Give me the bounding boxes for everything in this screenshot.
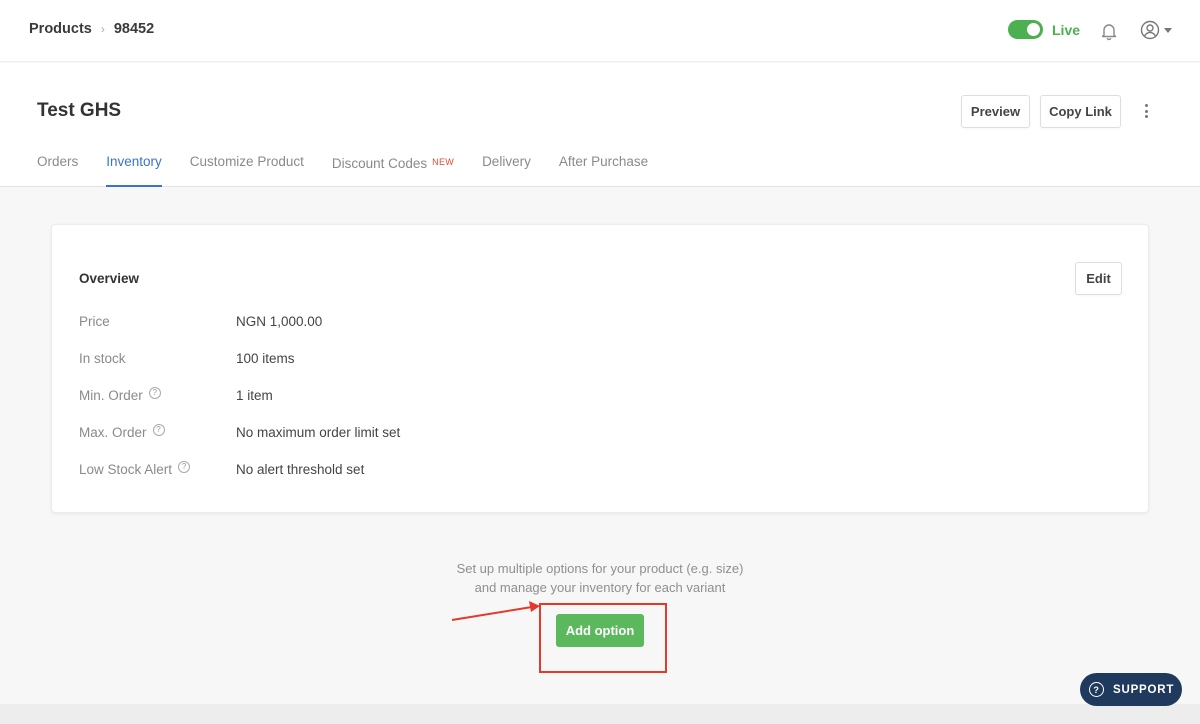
row-label: In stock <box>79 351 126 366</box>
copy-link-button[interactable]: Copy Link <box>1040 95 1121 128</box>
support-label: SUPPORT <box>1113 683 1175 696</box>
new-badge: NEW <box>432 157 455 167</box>
overview-row-max-order: Max. Order? No maximum order limit set <box>79 423 401 440</box>
row-label: Low Stock Alert <box>79 462 173 477</box>
live-status: Live <box>1008 20 1080 39</box>
breadcrumb: Products › 98452 <box>29 21 154 37</box>
row-label: Max. Order <box>79 425 147 440</box>
edit-button[interactable]: Edit <box>1075 262 1122 295</box>
top-bar: Products › 98452 Live <box>0 0 1200 62</box>
tab-orders[interactable]: Orders <box>37 153 78 187</box>
support-button[interactable]: ? SUPPORT <box>1080 673 1182 706</box>
footer-band <box>0 704 1200 724</box>
variants-help-text: Set up multiple options for your product… <box>0 559 1200 597</box>
row-label: Price <box>79 314 110 329</box>
preview-button[interactable]: Preview <box>961 95 1030 128</box>
breadcrumb-current: 98452 <box>113 21 155 37</box>
overview-title: Overview <box>79 271 140 286</box>
row-value: 1 item <box>236 388 273 403</box>
live-toggle[interactable] <box>1008 20 1043 39</box>
overview-row-price: Price NGN 1,000.00 <box>79 314 322 329</box>
variants-help-line-1: Set up multiple options for your product… <box>456 561 744 576</box>
breadcrumb-separator: › <box>100 22 105 36</box>
question-circle-icon[interactable]: ? <box>152 423 165 436</box>
overview-row-low-stock-alert: Low Stock Alert? No alert threshold set <box>79 460 365 477</box>
tab-inventory[interactable]: Inventory <box>106 153 162 187</box>
kebab-icon[interactable] <box>1138 101 1154 121</box>
annotation-arrow-icon <box>451 601 540 621</box>
row-value: NGN 1,000.00 <box>236 314 323 329</box>
live-label: Live <box>1052 21 1081 38</box>
user-circle-icon <box>1140 20 1160 40</box>
account-menu[interactable] <box>1140 20 1172 40</box>
overview-row-in-stock: In stock 100 items <box>79 351 295 366</box>
tab-after-purchase[interactable]: After Purchase <box>559 153 648 187</box>
tab-delivery[interactable]: Delivery <box>482 153 531 187</box>
question-circle-icon[interactable]: ? <box>178 460 191 473</box>
row-value: No maximum order limit set <box>236 425 401 440</box>
tab-discount-codes[interactable]: Discount Codes NEW <box>332 153 454 187</box>
bell-icon[interactable] <box>1099 21 1119 41</box>
row-value: No alert threshold set <box>236 462 365 477</box>
row-label: Min. Order <box>79 388 143 403</box>
chevron-down-icon <box>1164 27 1172 33</box>
question-circle-icon[interactable]: ? <box>148 386 161 399</box>
overview-card: Overview Edit Price NGN 1,000.00 In stoc… <box>51 224 1149 513</box>
breadcrumb-products-link[interactable]: Products <box>29 21 92 37</box>
page-title: Test GHS <box>37 100 122 121</box>
tab-bar: Orders Inventory Customize Product Disco… <box>37 153 676 187</box>
row-value: 100 items <box>236 351 295 366</box>
product-header: Test GHS Preview Copy Link Orders Invent… <box>0 63 1200 187</box>
tab-customize-product[interactable]: Customize Product <box>190 153 304 187</box>
annotation-highlight-box <box>539 603 667 673</box>
overview-row-min-order: Min. Order? 1 item <box>79 386 273 403</box>
question-circle-icon: ? <box>1089 682 1104 697</box>
variants-help-line-2: and manage your inventory for each varia… <box>474 580 726 595</box>
